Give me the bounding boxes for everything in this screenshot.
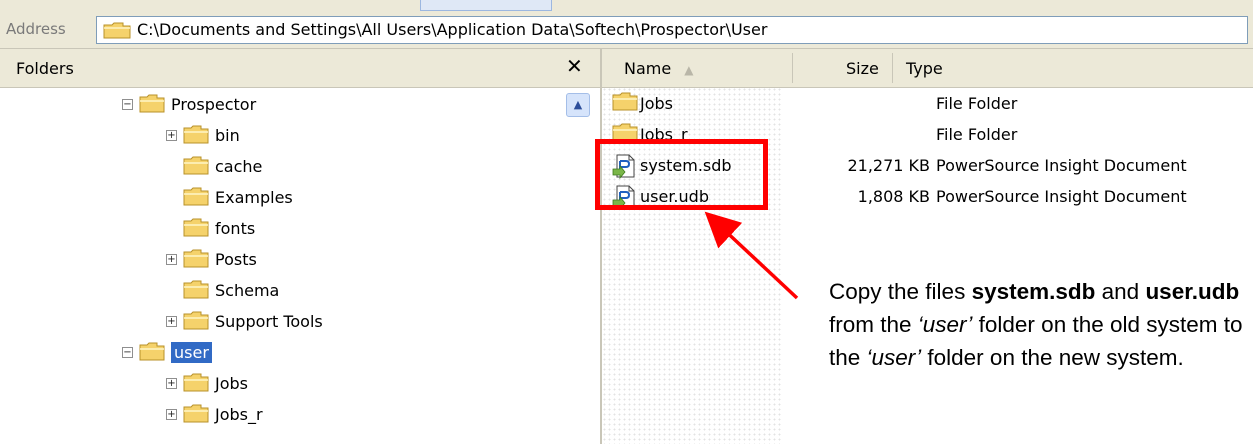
- folder-icon: [183, 124, 209, 146]
- tree-item-label: Examples: [215, 187, 293, 207]
- sort-ascending-icon: ▲: [684, 63, 694, 77]
- column-separator[interactable]: [792, 53, 793, 83]
- file-list: Name ▲ Size Type Jobs File Folder Jobs_r Fi…: [602, 49, 1253, 444]
- expand-icon[interactable]: +: [166, 253, 177, 265]
- top-strip: [0, 0, 1253, 12]
- folder-icon: [183, 310, 209, 332]
- folders-pane: Folders ✕ ▲ − Prospector + bin cache Examples…: [0, 49, 602, 444]
- tree-item[interactable]: + Posts: [166, 246, 257, 272]
- file-type: PowerSource Insight Document: [936, 187, 1187, 206]
- collapse-icon[interactable]: −: [122, 98, 133, 110]
- tree-item-label: Support Tools: [215, 311, 323, 331]
- tab-remnant: [420, 0, 552, 11]
- tree-item-label: bin: [215, 125, 240, 145]
- file-type: File Folder: [936, 125, 1018, 144]
- folder-icon: [612, 91, 638, 115]
- folder-icon: [183, 217, 209, 239]
- folder-icon: [139, 341, 165, 363]
- folders-title: Folders: [16, 59, 74, 78]
- tree-item[interactable]: + bin: [166, 122, 240, 148]
- file-row[interactable]: Jobs File Folder: [602, 89, 1253, 119]
- address-bar: Address C:\Documents and Settings\All Us…: [0, 12, 1253, 49]
- close-icon[interactable]: ✕: [566, 54, 583, 78]
- folder-icon: [183, 248, 209, 270]
- tree-item-label: fonts: [215, 218, 256, 238]
- scroll-up-button[interactable]: ▲: [566, 93, 590, 117]
- file-list-header: Name ▲ Size Type: [602, 49, 1253, 88]
- expand-icon[interactable]: +: [166, 315, 177, 327]
- tree-item[interactable]: − Prospector: [122, 91, 256, 117]
- address-path: C:\Documents and Settings\All Users\Appl…: [137, 20, 768, 39]
- expand-icon[interactable]: +: [166, 377, 177, 389]
- file-size: 21,271 KB: [847, 156, 930, 175]
- tree-item-label: Jobs: [215, 373, 248, 393]
- tree-item[interactable]: Schema: [166, 277, 279, 303]
- expand-icon[interactable]: +: [166, 408, 177, 420]
- file-type: File Folder: [936, 94, 1018, 113]
- tree-item[interactable]: + Support Tools: [166, 308, 323, 334]
- tree-item[interactable]: + Jobs_r: [166, 401, 263, 427]
- column-header-size[interactable]: Size: [846, 59, 879, 78]
- column-header-type[interactable]: Type: [906, 59, 943, 78]
- tree-item-label: Schema: [215, 280, 280, 300]
- tree-item-label: Prospector: [171, 94, 257, 114]
- collapse-icon[interactable]: −: [122, 346, 133, 358]
- tree-item[interactable]: Examples: [166, 184, 293, 210]
- tree-item[interactable]: + Jobs: [166, 370, 248, 396]
- highlight-box: [595, 139, 768, 210]
- folder-icon: [183, 372, 209, 394]
- tree-item[interactable]: fonts: [166, 215, 255, 241]
- folder-icon: [139, 93, 165, 115]
- folder-icon: [183, 403, 209, 425]
- address-field[interactable]: C:\Documents and Settings\All Users\Appl…: [96, 16, 1248, 44]
- tree-item-label: user: [171, 341, 212, 363]
- tree-item-label: cache: [215, 156, 263, 176]
- tree-item[interactable]: cache: [166, 153, 262, 179]
- expand-icon[interactable]: +: [166, 129, 177, 141]
- column-separator[interactable]: [892, 53, 893, 83]
- file-name: Jobs: [640, 94, 673, 113]
- tree-item-label: Posts: [215, 249, 257, 269]
- tree-item-label: Jobs_r: [215, 404, 263, 424]
- folder-icon: [183, 186, 209, 208]
- instruction-callout: Copy the files system.sdb and user.udb f…: [829, 279, 1243, 370]
- tree-item[interactable]: − user: [122, 339, 212, 365]
- folder-icon: [103, 21, 131, 43]
- file-type: PowerSource Insight Document: [936, 156, 1187, 175]
- column-header-name[interactable]: Name ▲: [624, 59, 694, 78]
- file-size: 1,808 KB: [857, 187, 930, 206]
- folder-icon: [183, 155, 209, 177]
- address-label: Address: [6, 20, 66, 38]
- folder-icon: [183, 279, 209, 301]
- folders-header: Folders ✕: [0, 49, 600, 88]
